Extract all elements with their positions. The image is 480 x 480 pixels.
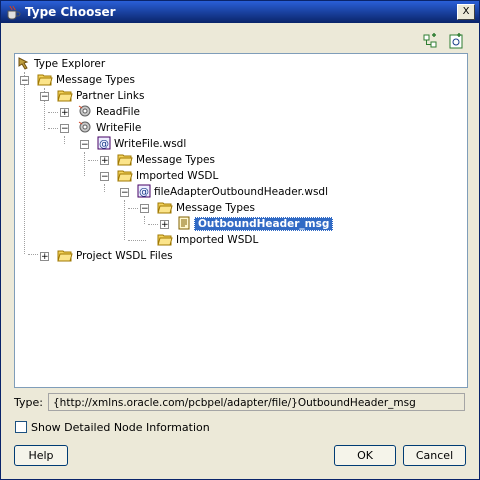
collapse-toggle[interactable]: − <box>60 124 69 134</box>
message-type-icon <box>177 216 191 233</box>
type-chooser-dialog: Type Chooser X Type Explorer − Message T… <box>0 0 480 480</box>
type-tree[interactable]: Type Explorer − Message Types − Partner … <box>14 53 468 388</box>
tree-node-fileadapter-wsdl[interactable]: @ fileAdapterOutboundHeader.wsdl <box>137 184 328 200</box>
tree-node-imported-wsdl[interactable]: Imported WSDL <box>157 232 258 248</box>
tree-node-writefile-wsdl[interactable]: @ WriteFile.wsdl <box>97 136 186 152</box>
help-button[interactable]: Help <box>14 445 68 466</box>
tree-node-outboundheader-msg[interactable]: OutboundHeader_msg <box>177 216 334 233</box>
folder-open-icon <box>157 232 173 249</box>
folder-open-icon <box>57 248 73 265</box>
tree-node-label: WriteFile.wsdl <box>114 138 187 150</box>
collapse-toggle[interactable]: − <box>140 204 149 214</box>
tree-node-label: Message Types <box>56 74 135 86</box>
show-detailed-node-info[interactable]: Show Detailed Node Information <box>15 419 210 435</box>
type-label: Type: <box>14 396 43 409</box>
tree-node-readfile[interactable]: ReadFile <box>77 104 140 120</box>
window-title: Type Chooser <box>25 5 116 19</box>
tree-node-label: WriteFile <box>96 122 142 134</box>
wsdl-file-icon: @ <box>137 184 151 201</box>
title-bar: Type Chooser X <box>1 1 479 23</box>
tree-node-message-types[interactable]: Message Types <box>157 200 255 216</box>
close-button[interactable]: X <box>457 4 475 20</box>
collapse-toggle[interactable]: − <box>80 140 89 150</box>
folder-open-icon <box>117 152 133 169</box>
tree-node-label: OutboundHeader_msg <box>194 217 334 231</box>
folder-open-icon <box>117 168 133 185</box>
tree-node-partner-links[interactable]: Partner Links <box>57 88 144 104</box>
tree-node-label: fileAdapterOutboundHeader.wsdl <box>154 186 328 198</box>
tree-node-writefile[interactable]: WriteFile <box>77 120 141 136</box>
expand-toggle[interactable]: + <box>100 156 109 166</box>
coffee-cup-icon <box>5 4 21 20</box>
svg-text:@: @ <box>139 187 149 198</box>
expand-tree-icon[interactable] <box>421 32 439 50</box>
new-schema-icon[interactable] <box>447 32 465 50</box>
tree-node-message-types[interactable]: Message Types <box>117 152 215 168</box>
partner-link-icon <box>77 120 93 137</box>
collapse-toggle[interactable]: − <box>40 92 49 102</box>
collapse-toggle[interactable]: − <box>20 76 29 86</box>
expand-toggle[interactable]: + <box>160 220 169 230</box>
type-explorer-icon <box>17 56 31 73</box>
tree-node-label: Type Explorer <box>34 58 106 70</box>
svg-text:@: @ <box>99 139 109 150</box>
tree-node-label: Project WSDL Files <box>76 250 173 262</box>
tree-node-label: ReadFile <box>96 106 140 118</box>
show-detailed-node-checkbox[interactable] <box>15 421 27 433</box>
tree-node-label: Partner Links <box>76 90 145 102</box>
tree-node-label: Message Types <box>136 154 215 166</box>
cancel-button[interactable]: Cancel <box>403 445 466 466</box>
tree-node-label: Imported WSDL <box>136 170 219 182</box>
collapse-toggle[interactable]: − <box>120 188 129 198</box>
tree-node-type-explorer[interactable]: Type Explorer <box>17 56 105 72</box>
type-field[interactable]: {http://xmlns.oracle.com/pcbpel/adapter/… <box>48 393 465 411</box>
partner-link-icon <box>77 104 93 121</box>
tree-node-project-wsdl-files[interactable]: Project WSDL Files <box>57 248 173 264</box>
checkbox-label: Show Detailed Node Information <box>31 420 210 434</box>
expand-toggle[interactable]: + <box>60 108 69 118</box>
ok-button[interactable]: OK <box>334 445 396 466</box>
tree-node-message-types[interactable]: Message Types <box>37 72 135 88</box>
expand-toggle[interactable]: + <box>40 252 49 262</box>
folder-open-icon <box>157 200 173 217</box>
wsdl-file-icon: @ <box>97 136 111 153</box>
collapse-toggle[interactable]: − <box>100 172 109 182</box>
tree-node-imported-wsdl[interactable]: Imported WSDL <box>117 168 218 184</box>
folder-open-icon <box>57 88 73 105</box>
tree-node-label: Message Types <box>176 202 255 214</box>
folder-open-icon <box>37 72 53 89</box>
tree-node-label: Imported WSDL <box>176 234 259 246</box>
